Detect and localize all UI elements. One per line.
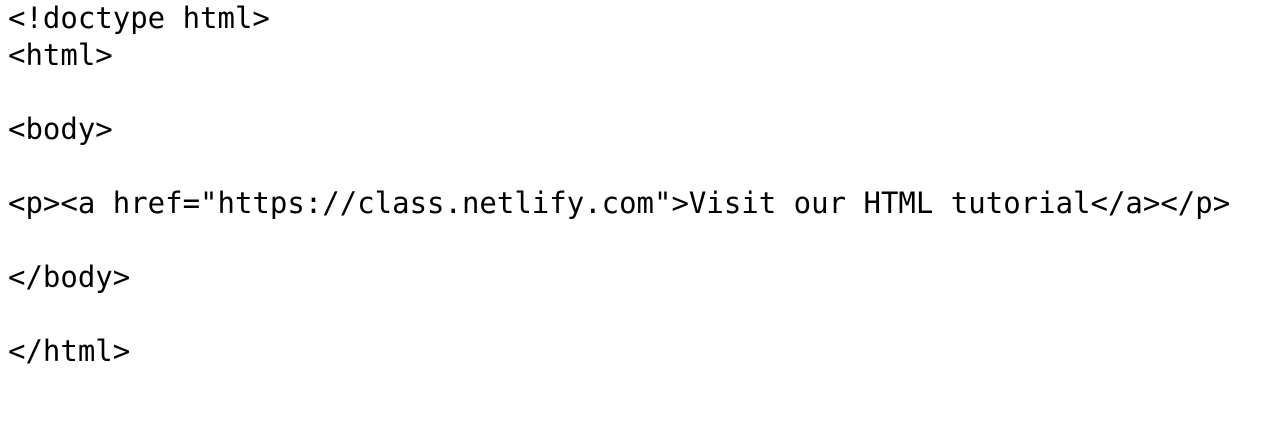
code-line-html-open: <html> bbox=[8, 38, 113, 72]
code-block: <!doctype html> <html> <body> <p><a href… bbox=[8, 0, 1230, 370]
code-line-body-close: </body> bbox=[8, 260, 131, 294]
code-line-paragraph-link: <p><a href="https://class.netlify.com">V… bbox=[8, 186, 1231, 220]
code-line-html-close: </html> bbox=[8, 334, 131, 368]
code-line-body-open: <body> bbox=[8, 112, 113, 146]
code-line-doctype: <!doctype html> bbox=[8, 1, 270, 35]
